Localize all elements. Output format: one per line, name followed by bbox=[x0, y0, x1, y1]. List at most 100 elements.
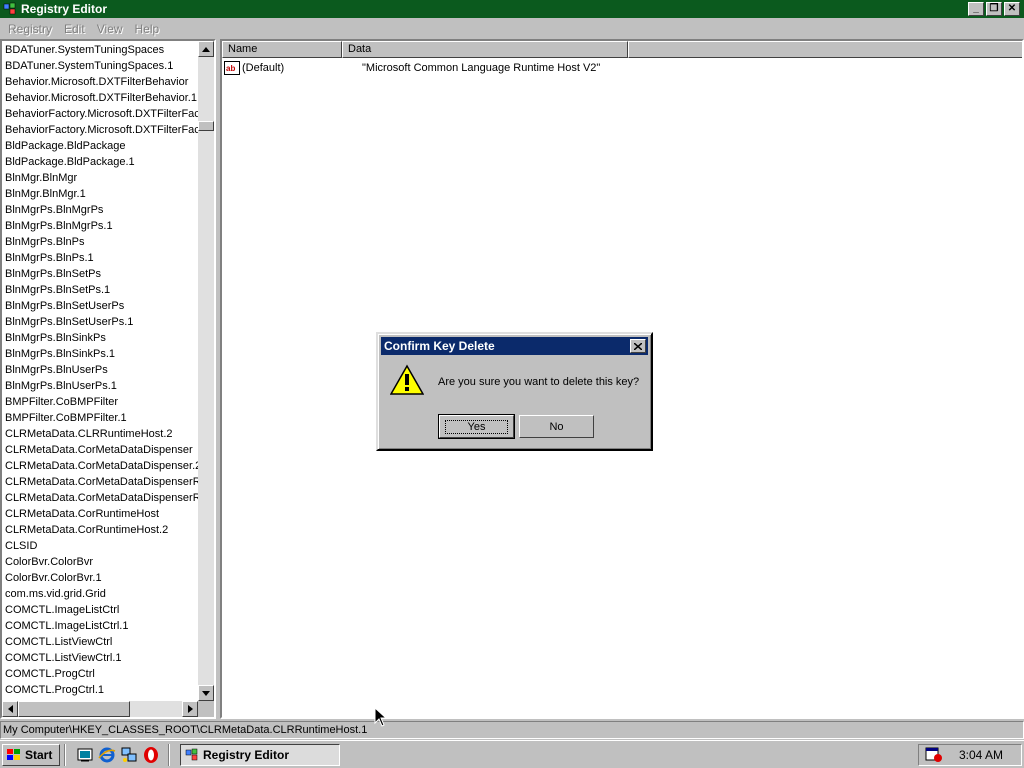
tree-item[interactable]: BlnMgrPs.BlnSetPs bbox=[4, 266, 200, 282]
tree-item[interactable]: BlnMgrPs.BlnSinkPs bbox=[4, 330, 200, 346]
tree-item[interactable]: BlnMgr.BlnMgr bbox=[4, 170, 200, 186]
key-tree-pane[interactable]: BDATuner.SystemTuningSpaces BDATuner.Syst… bbox=[0, 39, 216, 719]
no-button-label: No bbox=[549, 420, 564, 433]
tree-horizontal-scrollbar[interactable] bbox=[2, 701, 198, 717]
close-icon: ✕ bbox=[1007, 3, 1017, 14]
tree-item[interactable]: CLRMetaData.CorRuntimeHost bbox=[4, 506, 200, 522]
tree-item[interactable]: CLRMetaData.CorRuntimeHost.2 bbox=[4, 522, 200, 538]
column-header-filler bbox=[628, 41, 1022, 58]
tree-item[interactable]: BldPackage.BldPackage.1 bbox=[4, 154, 200, 170]
tree-item[interactable]: com.ms.vid.grid.Grid bbox=[4, 586, 200, 602]
tree-item[interactable]: CLRMetaData.CLRRuntimeHost.2 bbox=[4, 426, 200, 442]
tree-item[interactable]: ColorBvr.ColorBvr bbox=[4, 554, 200, 570]
column-header-data[interactable]: Data bbox=[342, 41, 628, 58]
column-header-name[interactable]: Name bbox=[222, 41, 342, 58]
tree-item[interactable]: BlnMgrPs.BlnSetUserPs bbox=[4, 298, 200, 314]
tree-item[interactable]: BlnMgrPs.BlnSinkPs.1 bbox=[4, 346, 200, 362]
window-title-bar[interactable]: Registry Editor _ ❐ ✕ bbox=[0, 0, 1024, 18]
restore-button[interactable]: ❐ bbox=[986, 2, 1002, 16]
tree-item[interactable]: BlnMgrPs.BlnUserPs bbox=[4, 362, 200, 378]
menu-edit[interactable]: Edit bbox=[58, 22, 91, 36]
start-button[interactable]: Start bbox=[2, 744, 60, 766]
tree-item[interactable]: CLRMetaData.CorMetaDataDispenserRu bbox=[4, 490, 200, 506]
tree-item[interactable]: COMCTL.ImageListCtrl bbox=[4, 602, 200, 618]
tree-item[interactable]: Behavior.Microsoft.DXTFilterBehavior bbox=[4, 74, 200, 90]
tree-item[interactable]: BlnMgrPs.BlnSetPs.1 bbox=[4, 282, 200, 298]
tree-item[interactable]: BehaviorFactory.Microsoft.DXTFilterFact bbox=[4, 106, 200, 122]
menu-help[interactable]: Help bbox=[129, 22, 166, 36]
tree-item[interactable]: BldPackage.BldPackage bbox=[4, 138, 200, 154]
clock[interactable]: 3:04 AM bbox=[959, 748, 1003, 762]
tree-item[interactable]: BlnMgrPs.BlnUserPs.1 bbox=[4, 378, 200, 394]
no-button[interactable]: No bbox=[519, 415, 594, 438]
tree-item[interactable]: BlnMgr.BlnMgr.1 bbox=[4, 186, 200, 202]
horizontal-scroll-thumb[interactable] bbox=[18, 701, 130, 717]
taskbar-separator bbox=[168, 744, 170, 766]
string-value-icon: ab bbox=[224, 60, 240, 75]
tree-item[interactable]: COMCTL.ProgCtrl.1 bbox=[4, 682, 200, 698]
tree-item[interactable]: BlnMgrPs.BlnMgrPs.1 bbox=[4, 218, 200, 234]
tree-item[interactable]: Behavior.Microsoft.DXTFilterBehavior.1 bbox=[4, 90, 200, 106]
tree-item[interactable]: BlnMgrPs.BlnPs bbox=[4, 234, 200, 250]
tree-item[interactable]: CLRMetaData.CorMetaDataDispenserRu bbox=[4, 474, 200, 490]
status-bar: My Computer\HKEY_CLASSES_ROOT\CLRMetaDat… bbox=[0, 721, 1024, 739]
scroll-left-button[interactable] bbox=[2, 701, 18, 717]
mouse-cursor-icon bbox=[374, 707, 388, 727]
scheduler-icon[interactable] bbox=[925, 747, 943, 763]
scroll-down-button[interactable] bbox=[198, 685, 214, 701]
value-name: (Default) bbox=[242, 61, 285, 74]
tree-item[interactable]: BlnMgrPs.BlnSetUserPs.1 bbox=[4, 314, 200, 330]
tree-item[interactable]: BlnMgrPs.BlnMgrPs bbox=[4, 202, 200, 218]
dialog-title: Confirm Key Delete bbox=[384, 339, 495, 353]
dialog-message: Are you sure you want to delete this key… bbox=[438, 376, 640, 388]
close-button[interactable]: ✕ bbox=[1004, 2, 1020, 16]
arrow-right-icon bbox=[187, 705, 193, 713]
warning-icon bbox=[390, 364, 424, 395]
scroll-right-button[interactable] bbox=[182, 701, 198, 717]
dialog-title-bar[interactable]: Confirm Key Delete bbox=[381, 337, 648, 355]
yes-button[interactable]: Yes bbox=[438, 414, 515, 439]
status-path: My Computer\HKEY_CLASSES_ROOT\CLRMetaDat… bbox=[3, 724, 368, 736]
tree-item[interactable]: CLSID bbox=[4, 538, 200, 554]
tree-item[interactable]: COMCTL.ImageListCtrl.1 bbox=[4, 618, 200, 634]
tree-item[interactable]: COMCTL.ListViewCtrl bbox=[4, 634, 200, 650]
tree-item[interactable]: CLRMetaData.CorMetaDataDispenser bbox=[4, 442, 200, 458]
vertical-scroll-thumb[interactable] bbox=[198, 121, 214, 131]
confirm-key-delete-dialog: Confirm Key Delete Are you sure you want… bbox=[376, 332, 653, 451]
tree-item[interactable]: COMCTL.ProgCtrl bbox=[4, 666, 200, 682]
minimize-button[interactable]: _ bbox=[968, 2, 984, 16]
yes-button-label: Yes bbox=[444, 419, 509, 434]
dialog-close-button[interactable] bbox=[630, 339, 646, 353]
menu-bar: Registry Edit View Help bbox=[0, 19, 1024, 38]
value-row[interactable]: ab (Default) "Microsoft Common Language … bbox=[224, 59, 600, 76]
system-tray: 3:04 AM bbox=[918, 744, 1022, 766]
tree-item[interactable]: COMCTL.ListViewCtrl.1 bbox=[4, 650, 200, 666]
tree-item[interactable]: ColorBvr.ColorBvr.1 bbox=[4, 570, 200, 586]
arrow-up-icon bbox=[202, 46, 210, 52]
menu-view[interactable]: View bbox=[91, 22, 129, 36]
arrow-down-icon bbox=[202, 690, 210, 696]
tree-item[interactable]: BehaviorFactory.Microsoft.DXTFilterFact bbox=[4, 122, 200, 138]
tree-item[interactable]: BDATuner.SystemTuningSpaces bbox=[4, 42, 200, 58]
tree-item[interactable]: BDATuner.SystemTuningSpaces.1 bbox=[4, 58, 200, 74]
network-icon[interactable] bbox=[120, 746, 138, 764]
task-button-registry-editor[interactable]: Registry Editor bbox=[180, 744, 340, 766]
menu-registry[interactable]: Registry bbox=[2, 22, 58, 36]
svg-text:ab: ab bbox=[226, 64, 235, 73]
tree-item[interactable]: BMPFilter.CoBMPFilter bbox=[4, 394, 200, 410]
scroll-corner bbox=[198, 701, 214, 717]
tree-item[interactable]: CLRMetaData.CorMetaDataDispenser.2 bbox=[4, 458, 200, 474]
key-tree-list: BDATuner.SystemTuningSpaces BDATuner.Syst… bbox=[4, 42, 200, 714]
opera-icon[interactable] bbox=[142, 746, 160, 764]
value-data: "Microsoft Common Language Runtime Host … bbox=[362, 61, 601, 74]
task-button-label: Registry Editor bbox=[203, 748, 290, 762]
registry-editor-icon bbox=[3, 2, 16, 15]
tree-item[interactable]: BlnMgrPs.BlnPs.1 bbox=[4, 250, 200, 266]
internet-explorer-icon[interactable] bbox=[98, 746, 116, 764]
tree-vertical-scrollbar[interactable] bbox=[198, 41, 214, 701]
taskbar: Start Registry Editor 3:04 AM bbox=[0, 740, 1024, 768]
windows-logo-icon bbox=[7, 749, 20, 760]
show-desktop-icon[interactable] bbox=[76, 746, 94, 764]
tree-item[interactable]: BMPFilter.CoBMPFilter.1 bbox=[4, 410, 200, 426]
scroll-up-button[interactable] bbox=[198, 41, 214, 57]
